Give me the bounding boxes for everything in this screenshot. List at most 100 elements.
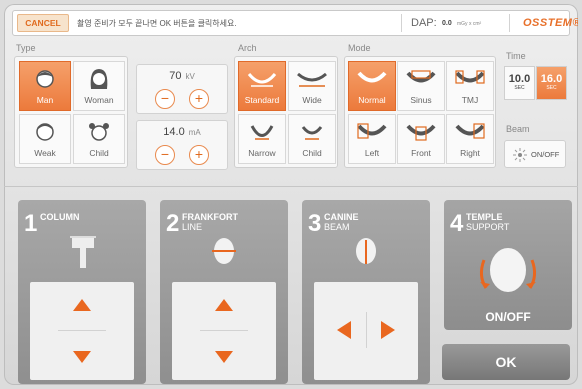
time-label: Time — [506, 51, 526, 61]
arch-wide-button[interactable]: Wide — [288, 61, 336, 111]
type-panel: Man Woman Weak Child — [14, 56, 128, 168]
arch-option-label: Narrow — [248, 148, 276, 158]
mode-panel: Normal Sinus TMJ Left Front Right — [344, 56, 496, 168]
cancel-button[interactable]: CANCEL — [17, 14, 69, 32]
mode-tmj-button[interactable]: TMJ — [446, 61, 494, 111]
top-bar: CANCEL 촬영 준비가 모두 끝나면 OK 버튼을 클릭하세요. DAP: … — [12, 10, 578, 36]
type-woman-button[interactable]: Woman — [73, 61, 125, 111]
frankfort-down-arrow-icon[interactable] — [214, 350, 234, 364]
man-head-icon — [36, 70, 54, 88]
step-title: TEMPLE SUPPORT — [466, 212, 510, 232]
step-column-card: 1 COLUMN — [18, 200, 146, 384]
normal-mode-icon — [357, 71, 387, 83]
ma-minus-button[interactable]: − — [155, 145, 175, 165]
mode-label: Mode — [348, 43, 371, 53]
kv-display: 70 kV — [169, 70, 195, 82]
ma-plus-button[interactable]: + — [189, 145, 209, 165]
canine-right-arrow-icon[interactable] — [380, 320, 396, 340]
divider — [509, 14, 510, 32]
step-title: FRANKFORT LINE — [182, 212, 238, 232]
beam-button-label: ON/OFF — [531, 150, 560, 159]
type-man-button[interactable]: Man — [19, 61, 71, 111]
column-down-arrow-icon[interactable] — [72, 350, 92, 364]
step-title: COLUMN — [40, 212, 80, 222]
frankfort-updown-control — [172, 282, 276, 380]
frankfort-up-arrow-icon[interactable] — [214, 298, 234, 312]
step-number: 4 — [450, 210, 464, 237]
type-option-label: Weak — [34, 148, 56, 158]
arch-option-label: Wide — [302, 95, 322, 105]
ma-control: 14.0 mA − + — [136, 120, 228, 170]
right-mode-icon — [455, 123, 485, 139]
weak-head-icon — [36, 123, 54, 141]
temple-onoff-label: ON/OFF — [485, 310, 531, 324]
temple-support-head-icon — [479, 248, 537, 292]
kv-plus-button[interactable]: + — [189, 89, 209, 109]
step-canine-card: 3 CANINE BEAM — [302, 200, 430, 384]
step-title: CANINE BEAM — [324, 212, 359, 232]
beam-icon — [513, 148, 527, 162]
dap-value: 0.0 — [442, 20, 452, 27]
mode-option-label: Front — [411, 148, 431, 158]
woman-head-icon — [90, 69, 108, 89]
arch-option-label: Child — [302, 148, 322, 158]
kv-minus-button[interactable]: − — [155, 89, 175, 109]
osstem-logo: OSSTEM® — [523, 17, 578, 29]
column-device-icon — [70, 236, 96, 268]
child-head-icon — [89, 123, 109, 141]
mode-right-button[interactable]: Right — [446, 114, 494, 164]
arch-child-button[interactable]: Child — [288, 114, 336, 164]
x-ray-setup-screen: CANCEL 촬영 준비가 모두 끝나면 OK 버튼을 클릭하세요. DAP: … — [4, 4, 578, 385]
beam-label: Beam — [506, 124, 530, 134]
type-weak-button[interactable]: Weak — [19, 114, 71, 164]
arch-label: Arch — [238, 43, 257, 53]
sinus-mode-icon — [406, 70, 436, 83]
dap-label: DAP: — [411, 17, 437, 29]
mode-left-button[interactable]: Left — [348, 114, 396, 164]
beam-onoff-button[interactable]: ON/OFF — [504, 140, 566, 168]
arch-panel: Standard Wide Narrow Child — [234, 56, 338, 168]
time-16-button[interactable]: 16.0 SEC — [536, 66, 567, 100]
column-up-arrow-icon[interactable] — [72, 298, 92, 312]
divider — [58, 330, 106, 331]
canine-left-arrow-icon[interactable] — [336, 320, 352, 340]
mode-front-button[interactable]: Front — [397, 114, 445, 164]
divider — [200, 330, 248, 331]
mode-option-label: Normal — [358, 95, 386, 105]
kv-control: 70 kV − + — [136, 64, 228, 114]
time-10-button[interactable]: 10.0 SEC — [504, 66, 535, 100]
wide-arch-icon — [297, 72, 327, 87]
step-number: 2 — [166, 210, 180, 237]
dap-unit: mGy x cm² — [457, 21, 482, 27]
standard-arch-icon — [247, 73, 277, 87]
temple-support-onoff-button[interactable]: 4 TEMPLE SUPPORT ON/OFF — [444, 200, 572, 330]
mode-option-label: TMJ — [461, 95, 479, 105]
arch-option-label: Standard — [244, 95, 280, 105]
child-arch-icon — [301, 126, 323, 140]
type-option-label: Man — [36, 95, 54, 105]
arch-narrow-button[interactable]: Narrow — [238, 114, 286, 164]
type-option-label: Woman — [84, 95, 114, 105]
mode-option-label: Right — [460, 148, 480, 158]
tmj-mode-icon — [455, 70, 485, 84]
front-mode-icon — [406, 124, 436, 141]
divider — [4, 186, 578, 187]
mode-sinus-button[interactable]: Sinus — [397, 61, 445, 111]
divider — [401, 14, 402, 32]
type-label: Type — [16, 43, 36, 53]
head-front-icon — [356, 238, 376, 264]
mode-normal-button[interactable]: Normal — [348, 61, 396, 111]
type-child-button[interactable]: Child — [73, 114, 125, 164]
instruction-message: 촬영 준비가 모두 끝나면 OK 버튼을 클릭하세요. — [77, 19, 237, 28]
head-profile-icon — [212, 238, 236, 264]
ok-button[interactable]: OK — [442, 344, 570, 380]
narrow-arch-icon — [250, 125, 274, 140]
step-number: 1 — [24, 210, 38, 237]
mode-option-label: Left — [364, 148, 380, 158]
left-mode-icon — [357, 123, 387, 139]
settings-panel: Type Man Woman Weak Child 70 kV − + 14.0… — [12, 42, 570, 180]
step-frankfort-card: 2 FRANKFORT LINE — [160, 200, 288, 384]
step-number: 3 — [308, 210, 322, 237]
mode-option-label: Sinus — [410, 95, 432, 105]
arch-standard-button[interactable]: Standard — [238, 61, 286, 111]
